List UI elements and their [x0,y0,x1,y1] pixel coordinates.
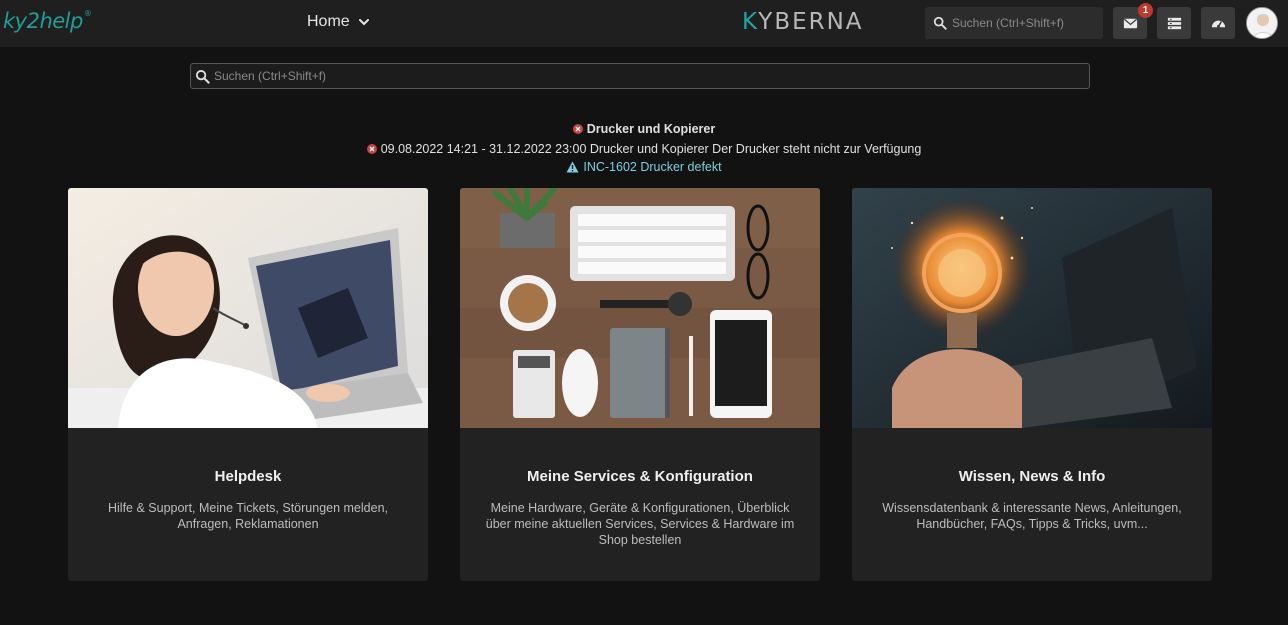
user-avatar[interactable] [1246,7,1278,39]
brand-prefix: K [742,9,759,35]
main-search-box [190,63,1090,89]
error-circle-icon [572,124,583,134]
dashboard-button[interactable] [1201,7,1235,39]
card-description: Hilfe & Support, Meine Tickets, Störunge… [107,501,388,531]
card-description: Meine Hardware, Geräte & Konfigurationen… [485,501,795,547]
warning-triangle-icon [566,161,579,173]
alert-message-row: 09.08.2022 14:21 - 31.12.2022 23:00 Druc… [0,139,1288,159]
list-icon [1167,17,1181,29]
alert-title-row: Drucker und Kopierer [0,119,1288,139]
card-knowledge[interactable]: Wissen, News & Info Wissensdatenbank & i… [852,188,1212,581]
brand-rest: YBERNA [758,9,864,35]
list-view-button[interactable] [1157,7,1191,39]
search-icon [933,16,947,30]
incident-link-text: INC-1602 Drucker defekt [583,160,722,174]
logo-text: ky2help [3,9,83,33]
error-circle-icon [366,144,377,154]
top-navigation-bar: ky2help® Home KYBERNA 1 [0,0,1288,47]
card-title: Wissen, News & Info [958,468,1106,485]
card-description: Wissensdatenbank & interessante News, An… [882,501,1182,531]
kyberna-brand-logo: KYBERNA [742,9,864,35]
chevron-down-icon [358,19,369,26]
card-services[interactable]: Meine Services & Konfiguration Meine Har… [460,188,820,581]
alert-title: Drucker und Kopierer [586,122,716,136]
messages-button[interactable]: 1 [1113,3,1153,39]
logo-registered-mark: ® [83,9,92,18]
alert-message: 09.08.2022 14:21 - 31.12.2022 23:00 Druc… [380,142,922,156]
card-helpdesk[interactable]: Helpdesk Hilfe & Support, Meine Tickets,… [68,188,428,581]
main-search-input[interactable] [214,69,1074,83]
dashboard-icon [1211,20,1225,28]
mail-icon [1123,18,1137,28]
service-alerts: Drucker und Kopierer 09.08.2022 14:21 - … [0,119,1288,175]
home-menu-dropdown[interactable]: Home [307,13,370,31]
header-search-box [925,7,1103,39]
services-image [460,188,820,428]
card-title: Helpdesk [214,468,282,485]
incident-link[interactable]: INC-1602 Drucker defekt [0,159,1288,175]
card-title: Meine Services & Konfiguration [527,468,753,485]
messages-count-badge: 1 [1138,3,1153,18]
helpdesk-image [68,188,428,428]
ky2help-logo[interactable]: ky2help® [3,9,92,33]
search-icon [195,69,210,84]
user-avatar-image [1247,8,1277,38]
header-search-input[interactable] [952,16,1092,30]
home-menu-label: Home [307,13,350,30]
knowledge-image [852,188,1212,428]
